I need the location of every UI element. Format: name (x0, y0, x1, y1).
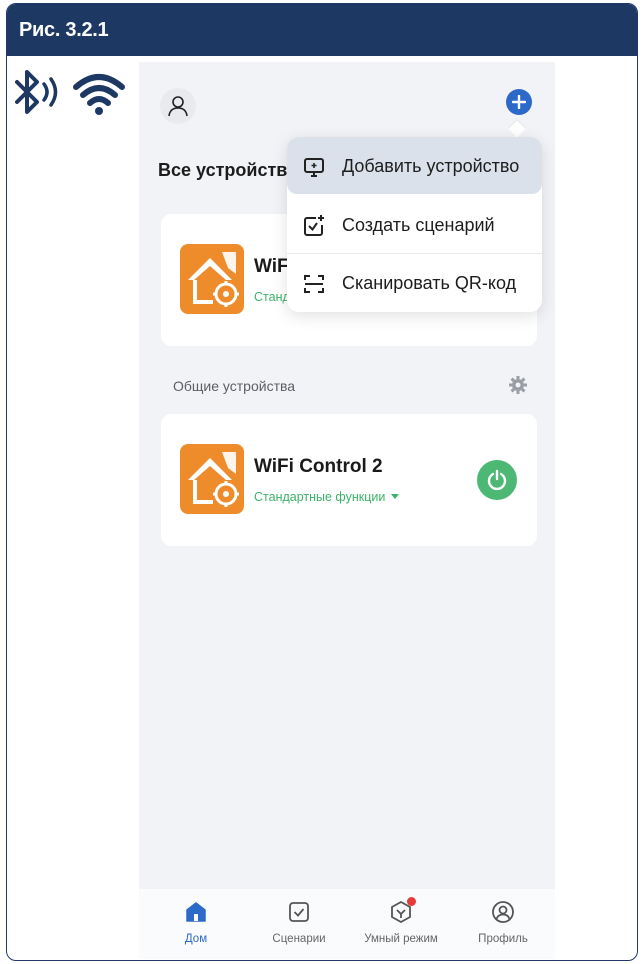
device-name: WiF (254, 256, 289, 277)
connectivity-icons (15, 70, 125, 115)
add-device-icon (304, 158, 324, 177)
tab-scenarios[interactable]: Сценарии (247, 899, 351, 955)
power-icon (487, 469, 507, 491)
chevron-down-icon (391, 494, 400, 499)
menu-item-label: Добавить устройство (342, 156, 520, 176)
power-button[interactable] (477, 460, 517, 500)
tab-label: Профиль (478, 933, 528, 945)
menu-item-create-scenario[interactable]: Создать сценарий (287, 196, 542, 253)
plus-icon (512, 95, 526, 109)
menu-item-label: Создать сценарий (342, 215, 495, 235)
tab-label: Умный режим (364, 933, 438, 945)
tab-bar: Дом Сценарии Умный режим Профиль (139, 889, 555, 959)
figure-title: Рис. 3.2.1 (19, 19, 109, 41)
device-status[interactable]: Станд (254, 290, 290, 304)
create-scenario-icon (304, 215, 324, 236)
tab-home[interactable]: Дом (144, 899, 248, 955)
menu-item-label: Сканировать QR-код (342, 273, 517, 293)
figure-header: Рис. 3.2.1 (7, 4, 637, 56)
tab-label: Сценарии (272, 933, 326, 945)
menu-item-add-device[interactable]: Добавить устройство (287, 137, 542, 194)
device-icon (180, 444, 244, 514)
notification-badge (407, 897, 416, 906)
profile-icon (492, 901, 514, 923)
tab-label: Дом (184, 933, 208, 945)
gear-icon[interactable] (508, 375, 528, 395)
device-icon (180, 244, 244, 314)
scenarios-icon (289, 902, 309, 922)
smart-mode-icon-wrap (388, 897, 416, 925)
device-name: WiFi Control 2 (254, 456, 383, 477)
add-button[interactable] (506, 89, 532, 115)
shared-devices-label: Общие устройства (173, 378, 296, 394)
bluetooth-icon (15, 70, 58, 114)
device-status-dropdown[interactable]: Стандартные функции (254, 490, 400, 504)
scan-icon (304, 275, 324, 293)
home-icon (186, 902, 206, 922)
tab-smart-mode[interactable]: Умный режим (349, 897, 453, 955)
profile-avatar-button[interactable] (160, 88, 196, 124)
device-card[interactable]: WiFi Control 2 Стандартные функции (161, 414, 537, 546)
device-status: Стандартные функции (254, 490, 386, 504)
section-title: Все устройства (158, 160, 298, 180)
wifi-icon (73, 74, 125, 115)
user-icon (168, 96, 188, 117)
add-menu: Добавить устройство Создать сценарий Ска… (287, 137, 542, 312)
phone-screen: Все устройства WiF Станд Общие устройств… (139, 62, 555, 959)
tab-profile[interactable]: Профиль (451, 899, 555, 955)
menu-caret (508, 120, 526, 138)
menu-item-scan-qr[interactable]: Сканировать QR-код (287, 254, 542, 311)
